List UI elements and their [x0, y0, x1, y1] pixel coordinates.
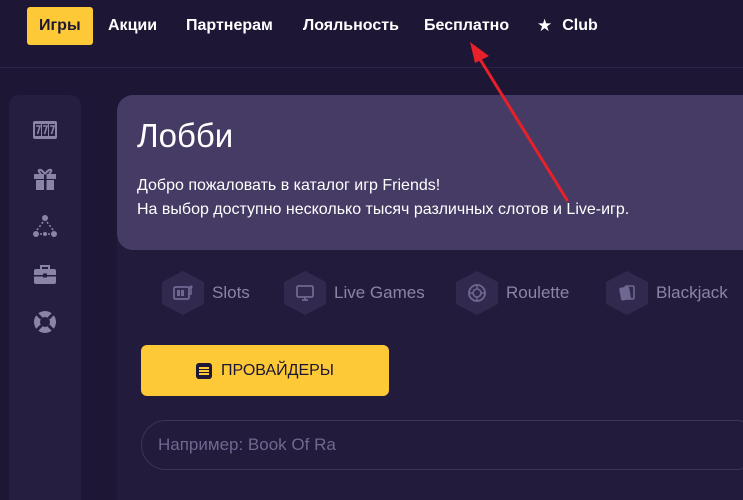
slot-machine-icon: [162, 271, 204, 315]
nav-item-loyalty[interactable]: Лояльность: [303, 7, 399, 45]
lobby-description-text: На выбор доступно несколько тысяч различ…: [137, 201, 630, 218]
category-live-games[interactable]: Live Games: [284, 271, 425, 315]
nav-item-partners[interactable]: Партнерам: [186, 7, 273, 45]
nav-item-label: Игры: [39, 17, 81, 34]
category-label: Blackjack: [656, 283, 728, 302]
star-icon: ★: [537, 16, 553, 35]
sidebar: [9, 95, 81, 500]
nav-item-label: Партнерам: [186, 17, 273, 34]
providers-button-label: ПРОВАЙДЕРЫ: [221, 361, 334, 379]
nav-item-label: Акции: [108, 17, 158, 34]
category-roulette[interactable]: Roulette: [456, 271, 569, 315]
category-label: Roulette: [506, 283, 570, 302]
network-icon[interactable]: [30, 211, 60, 241]
search-input[interactable]: [141, 420, 743, 470]
cards-icon: [606, 271, 648, 315]
category-label: Live Games: [334, 283, 425, 302]
monitor-icon: [284, 271, 326, 315]
nav-item-club[interactable]: ★ Club: [537, 7, 598, 45]
lobby-welcome-text: Добро пожаловать в каталог игр Friends!: [137, 177, 441, 194]
list-icon: [196, 362, 213, 379]
category-slots[interactable]: Slots: [162, 271, 250, 315]
nav-item-label: Club: [562, 17, 598, 34]
nav-item-label: Лояльность: [303, 17, 399, 34]
briefcase-icon[interactable]: [30, 259, 60, 289]
slot-777-icon[interactable]: [30, 115, 60, 145]
category-blackjack[interactable]: Blackjack: [606, 271, 728, 315]
nav-item-free[interactable]: Бесплатно: [424, 7, 509, 45]
providers-button[interactable]: ПРОВАЙДЕРЫ: [141, 345, 389, 396]
lobby-banner: Лобби Добро пожаловать в каталог игр Fri…: [117, 95, 743, 250]
roulette-icon: [456, 271, 498, 315]
nav-item-games[interactable]: Игры: [27, 7, 93, 45]
nav-item-label: Бесплатно: [424, 17, 510, 34]
category-label: Slots: [212, 283, 250, 302]
gift-icon[interactable]: [30, 163, 60, 193]
top-nav: Игры Акции Партнерам Лояльность Бесплатн…: [0, 0, 743, 68]
page-title: Лобби: [137, 117, 234, 154]
nav-item-promotions[interactable]: Акции: [108, 7, 157, 45]
lifebuoy-icon[interactable]: [30, 307, 60, 337]
